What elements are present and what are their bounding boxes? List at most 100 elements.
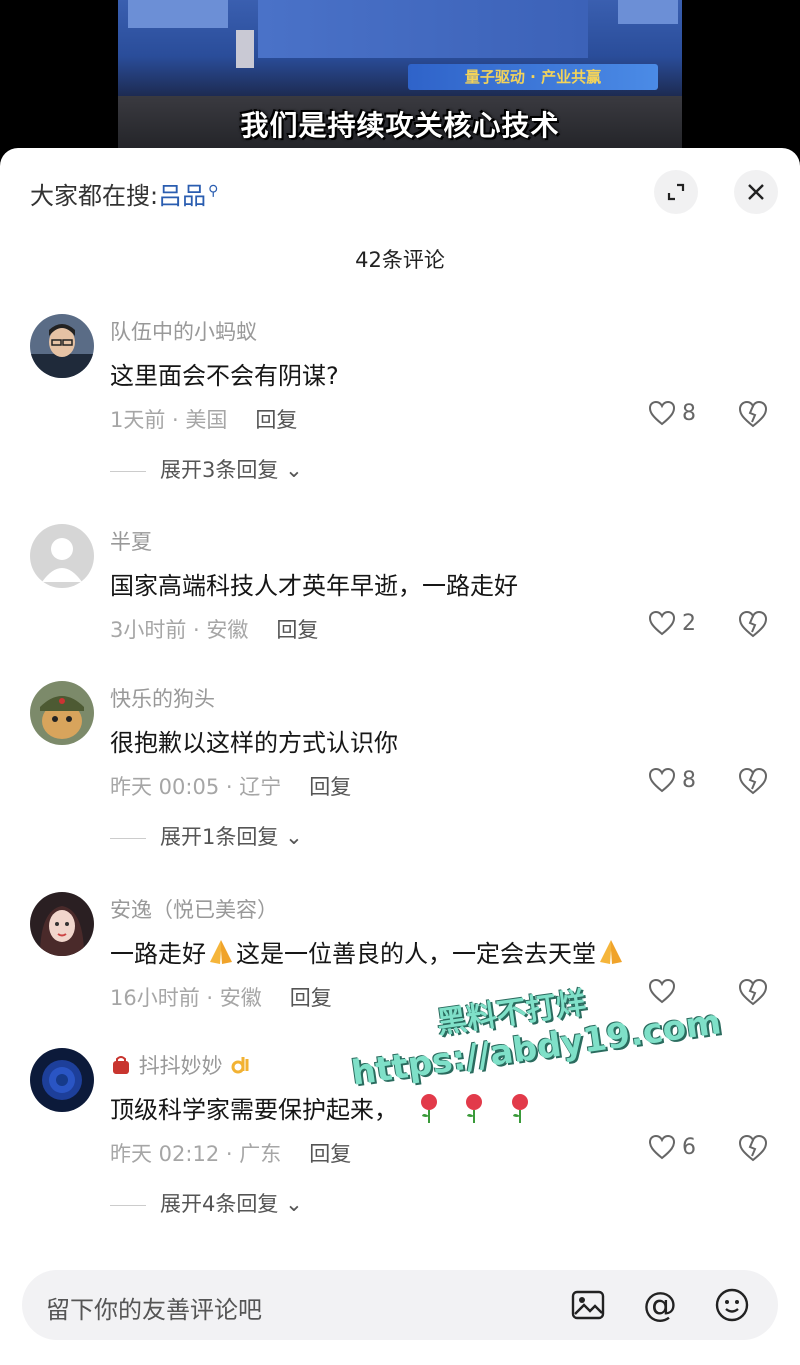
expand-replies-label: 展开3条回复	[160, 458, 279, 482]
comment-text: 一路走好 这是一位善良的人，一定会去天堂	[110, 934, 626, 969]
dislike-button[interactable]	[738, 978, 768, 1010]
search-icon: ⚲	[208, 183, 219, 199]
dislike-heart-icon	[738, 400, 768, 428]
video-player[interactable]: 量子驱动 · 产业共赢 我们是持续攻关核心技术	[0, 0, 800, 160]
like-button[interactable]: 2	[648, 610, 696, 636]
video-subtitle: 我们是持续攻关核心技术	[240, 109, 560, 142]
heart-icon	[648, 610, 676, 636]
comment-username[interactable]: 抖抖妙妙	[110, 1050, 253, 1080]
like-count: 8	[682, 400, 696, 426]
divider	[110, 470, 146, 472]
comment-username[interactable]: 快乐的狗头	[110, 683, 215, 713]
comment-username[interactable]: 安逸（悦已美容）	[110, 894, 278, 924]
dislike-heart-icon	[738, 978, 768, 1006]
emoji-icon	[715, 1288, 749, 1322]
folded-hands-emoji-icon	[600, 940, 622, 964]
folded-hands-emoji-icon	[210, 940, 232, 964]
reply-button[interactable]: 回复	[255, 408, 297, 432]
expand-replies-button[interactable]: 展开1条回复 ⌄	[110, 821, 303, 851]
rose-emoji-icon	[466, 1094, 483, 1123]
comment-username[interactable]: 半夏	[110, 526, 152, 556]
like-count: 2	[682, 610, 696, 636]
image-button[interactable]	[570, 1287, 606, 1323]
comment-text: 这里面会不会有阴谋?	[110, 362, 339, 390]
image-icon	[571, 1290, 605, 1320]
username-text: 抖抖妙妙	[138, 1054, 223, 1078]
heart-icon	[648, 767, 676, 793]
search-prefix: 大家都在搜:	[30, 182, 159, 210]
reply-button[interactable]: 回复	[276, 618, 318, 642]
chevron-down-icon: ⌄	[285, 1192, 303, 1216]
avatar[interactable]	[30, 1048, 94, 1112]
dislike-heart-icon	[738, 610, 768, 638]
comment-text-part: 顶级科学家需要保护起来，	[110, 1096, 398, 1124]
dislike-button[interactable]	[738, 767, 768, 799]
comment-meta: 昨天 02:12 · 广东 回复	[110, 1138, 351, 1168]
expand-icon	[667, 183, 685, 201]
comment-text: 很抱歉以这样的方式认识你	[110, 729, 398, 757]
heart-icon	[648, 400, 676, 426]
like-button[interactable]	[648, 978, 682, 1004]
comment-username[interactable]: 队伍中的小蚂蚁	[110, 316, 257, 346]
divider	[110, 1204, 146, 1206]
comment-sheet: 大家都在搜:吕品 ⚲ 42条评论 队伍中的小蚂蚁 这里面会不会有阴谋? 1天前 ·…	[0, 148, 800, 1365]
reply-button[interactable]: 回复	[309, 775, 351, 799]
comment-time-location: 16小时前 · 安徽	[110, 986, 262, 1010]
dislike-button[interactable]	[738, 400, 768, 432]
heart-icon	[648, 1134, 676, 1160]
expand-replies-button[interactable]: 展开3条回复 ⌄	[110, 454, 303, 484]
reply-button[interactable]: 回复	[290, 986, 332, 1010]
reply-button[interactable]: 回复	[309, 1142, 351, 1166]
podium	[236, 30, 254, 68]
comment-input-bar: 留下你的友善评论吧 @	[22, 1270, 778, 1340]
chevron-down-icon: ⌄	[285, 458, 303, 482]
close-button[interactable]	[734, 170, 778, 214]
screen: 量子驱动 · 产业共赢 我们是持续攻关核心技术 大家都在搜:吕品 ⚲ 42条评论 …	[0, 0, 800, 1365]
search-suggestion[interactable]: 大家都在搜:吕品 ⚲	[30, 176, 218, 211]
rose-emoji-icon	[420, 1094, 437, 1123]
bag-badge-icon	[113, 1056, 129, 1074]
comment-text-part: 这是一位善良的人，一定会去天堂	[236, 940, 596, 968]
comment-meta: 16小时前 · 安徽 回复	[110, 982, 332, 1012]
comment-text: 国家高端科技人才英年早逝，一路走好	[110, 572, 518, 600]
chevron-down-icon: ⌄	[285, 825, 303, 849]
stage-banner: 量子驱动 · 产业共赢	[408, 64, 658, 90]
stage-screen-center	[258, 0, 588, 58]
like-button[interactable]: 8	[648, 767, 696, 793]
like-count: 8	[682, 767, 696, 793]
rose-emoji-icon	[511, 1094, 528, 1123]
expand-replies-label: 展开4条回复	[160, 1192, 279, 1216]
comment-input[interactable]: 留下你的友善评论吧	[46, 1290, 262, 1325]
dislike-heart-icon	[738, 1134, 768, 1162]
expand-replies-button[interactable]: 展开4条回复 ⌄	[110, 1188, 303, 1218]
avatar[interactable]	[30, 892, 94, 956]
comments-count: 42条评论	[355, 248, 445, 272]
close-icon	[748, 184, 764, 200]
comment-time-location: 1天前 · 美国	[110, 408, 228, 432]
expand-replies-label: 展开1条回复	[160, 825, 279, 849]
mention-button[interactable]: @	[642, 1285, 678, 1325]
like-button[interactable]: 6	[648, 1134, 696, 1160]
comment-meta: 3小时前 · 安徽 回复	[110, 614, 318, 644]
comment-time-location: 昨天 02:12 · 广东	[110, 1142, 282, 1166]
stage-screen-right	[618, 0, 678, 24]
stage-screen-left	[128, 0, 228, 28]
comment-text: 顶级科学家需要保护起来，	[110, 1090, 535, 1125]
emoji-button[interactable]	[714, 1287, 750, 1323]
avatar[interactable]	[30, 314, 94, 378]
dislike-heart-icon	[738, 767, 768, 795]
search-term[interactable]: 吕品	[158, 182, 206, 210]
ok-hand-emoji-icon	[231, 1057, 249, 1074]
heart-icon	[648, 978, 676, 1004]
comment-time-location: 3小时前 · 安徽	[110, 618, 249, 642]
avatar[interactable]	[30, 681, 94, 745]
at-icon: @	[643, 1285, 677, 1325]
like-button[interactable]: 8	[648, 400, 696, 426]
comment-time-location: 昨天 00:05 · 辽宁	[110, 775, 282, 799]
avatar[interactable]	[30, 524, 94, 588]
dislike-button[interactable]	[738, 1134, 768, 1166]
comment-meta: 1天前 · 美国 回复	[110, 404, 297, 434]
expand-button[interactable]	[654, 170, 698, 214]
like-count: 6	[682, 1134, 696, 1160]
dislike-button[interactable]	[738, 610, 768, 642]
